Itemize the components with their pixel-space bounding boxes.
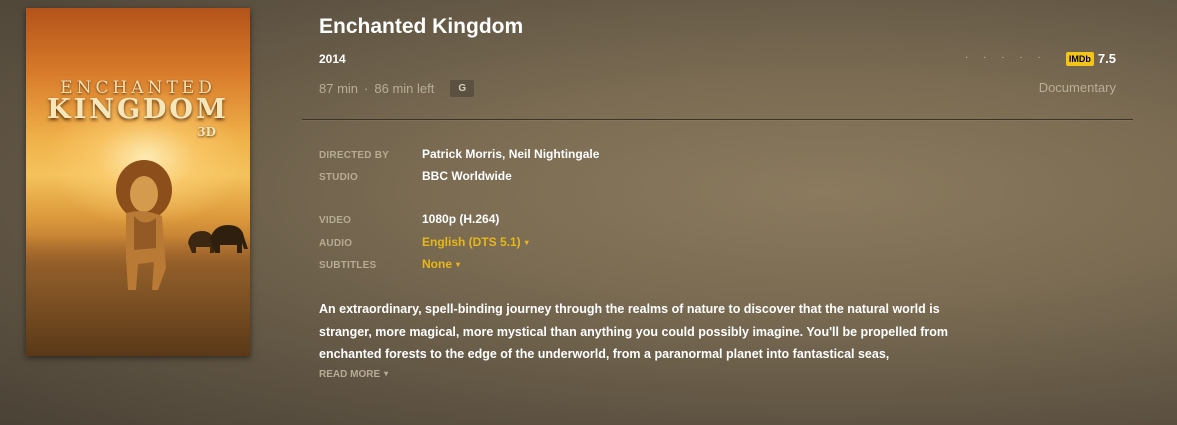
subtitles-label: SUBTITLES xyxy=(319,260,377,271)
video-value: 1080p (H.264) xyxy=(422,212,500,226)
imdb-logo-icon: IMDb xyxy=(1065,51,1094,66)
poster-title-line2: KINGDOM xyxy=(47,94,229,125)
subtitles-value: None xyxy=(422,257,452,271)
runtime-row: 87 min · 86 min left G xyxy=(319,80,475,97)
imdb-rating: IMDb 7.5 xyxy=(1065,51,1116,66)
directed-by-value: Patrick Morris, Neil Nightingale xyxy=(422,147,600,161)
studio-label: STUDIO xyxy=(319,172,358,183)
imdb-score: 7.5 xyxy=(1097,51,1116,66)
summary-text: An extraordinary, spell-binding journey … xyxy=(319,302,949,361)
lion-illustration xyxy=(116,160,172,290)
time-left: 86 min left xyxy=(374,81,435,96)
duration: 87 min xyxy=(319,81,359,96)
audio-dropdown[interactable]: English (DTS 5.1) ▾ xyxy=(422,235,529,249)
directed-by-label: DIRECTED BY xyxy=(319,150,389,161)
release-year: 2014 xyxy=(319,52,346,66)
separator-dot: · xyxy=(364,81,369,96)
audio-label: AUDIO xyxy=(319,238,353,249)
genre: Documentary xyxy=(1038,80,1116,95)
divider xyxy=(302,119,1133,120)
user-rating-stars[interactable]: · · · · · xyxy=(965,52,1047,63)
movie-title: Enchanted Kingdom xyxy=(319,15,524,38)
video-label: VIDEO xyxy=(319,215,352,226)
studio-value: BBC Worldwide xyxy=(422,169,512,183)
chevron-down-icon: ▾ xyxy=(524,238,529,247)
elephants-illustration xyxy=(188,225,248,253)
chevron-down-icon: ▾ xyxy=(456,260,461,269)
read-more-button[interactable]: READ MORE ▾ xyxy=(319,369,388,380)
poster-title-3d: 3D xyxy=(197,125,216,139)
audio-value: English (DTS 5.1) xyxy=(422,235,521,249)
content-rating-badge: G xyxy=(450,80,475,97)
movie-poster[interactable]: ENCHANTED KINGDOM 3D xyxy=(26,8,250,356)
read-more-label: READ MORE xyxy=(319,369,381,380)
subtitles-dropdown[interactable]: None ▾ xyxy=(422,257,460,271)
chevron-down-icon: ▾ xyxy=(384,369,389,378)
